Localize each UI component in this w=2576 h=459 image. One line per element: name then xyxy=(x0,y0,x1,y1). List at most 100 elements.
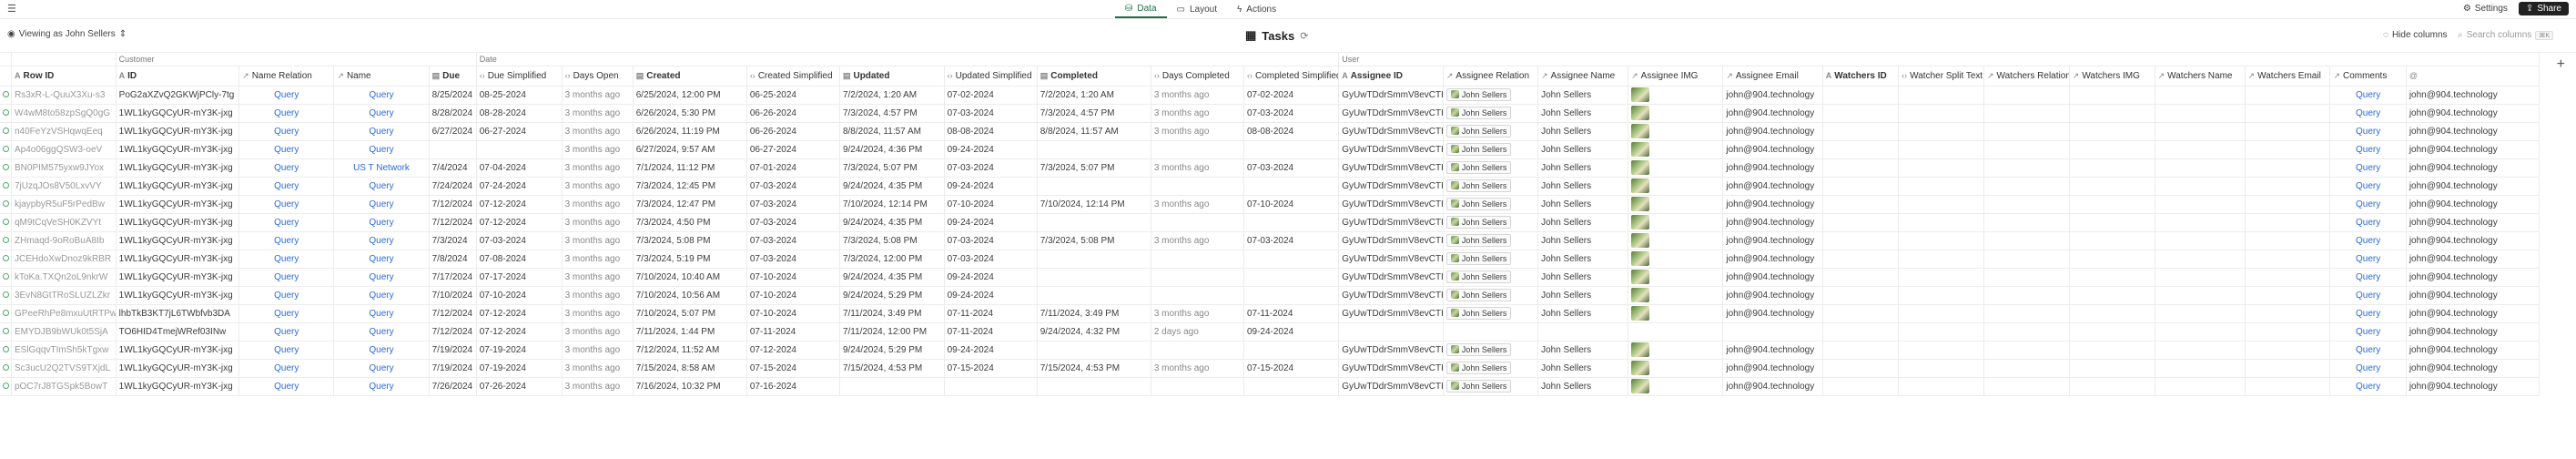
col-id[interactable]: A ID xyxy=(116,66,240,87)
col-email[interactable]: @ xyxy=(2406,66,2541,87)
table-row[interactable]: GPeeRhPe8mxuUtRTPw lhbTkB3KT7jL6TWbfvb3DA… xyxy=(0,304,2541,323)
comments-cell[interactable]: Query xyxy=(2329,177,2407,196)
col-watchers-name[interactable]: ↗ Watchers Name xyxy=(2155,66,2246,87)
name-cell[interactable]: Query xyxy=(333,359,430,378)
col-watchers-email[interactable]: ↗ Watchers Email xyxy=(2245,66,2331,87)
name-relation-cell[interactable]: Query xyxy=(238,304,335,323)
row-select[interactable] xyxy=(0,268,12,287)
comments-cell[interactable]: Query xyxy=(2329,86,2407,105)
sidebar-toggle-icon[interactable]: ☰ xyxy=(7,3,16,15)
assignee-relation-cell[interactable]: John Sellers xyxy=(1443,104,1539,123)
comments-cell[interactable]: Query xyxy=(2329,250,2407,269)
name-relation-cell[interactable]: Query xyxy=(238,122,335,141)
name-relation-cell[interactable]: Query xyxy=(238,177,335,196)
nav-actions[interactable]: ϟ Actions xyxy=(1227,0,1286,18)
col-updated-simplified[interactable]: ‹› Updated Simplified xyxy=(944,66,1038,87)
user-image-thumbnail[interactable] xyxy=(1631,160,1650,175)
col-watchers-id[interactable]: A Watchers ID xyxy=(1822,66,1900,87)
col-assignee-img[interactable]: ↗ Assignee IMG xyxy=(1628,66,1724,87)
row-select[interactable] xyxy=(0,158,12,178)
user-chip[interactable]: John Sellers xyxy=(1445,342,1512,356)
nav-data[interactable]: ⛁ Data xyxy=(1115,0,1167,18)
name-cell[interactable]: Query xyxy=(333,231,430,250)
name-cell[interactable]: Query xyxy=(333,86,430,105)
user-image-thumbnail[interactable] xyxy=(1631,270,1650,284)
row-status-icon[interactable] xyxy=(3,163,9,170)
col-watcher-split-text[interactable]: ‹› Watcher Split Text xyxy=(1898,66,1984,87)
table-row[interactable]: pOC7rJ8TGSpk5BowT 1WL1kyGQCyUR-mY3K-jxg Qu… xyxy=(0,377,2541,396)
row-status-icon[interactable] xyxy=(3,236,9,243)
row-status-icon[interactable] xyxy=(3,291,9,298)
user-chip[interactable]: John Sellers xyxy=(1445,306,1512,320)
add-column-button[interactable]: + xyxy=(2557,56,2565,73)
name-cell[interactable]: Query xyxy=(333,195,430,214)
table-row[interactable]: n40FeYzVSHqwqEeq 1WL1kyGQCyUR-mY3K-jxg Que… xyxy=(0,122,2541,141)
user-chip[interactable]: John Sellers xyxy=(1445,142,1512,156)
name-cell[interactable]: US T Network xyxy=(333,158,430,178)
user-image-thumbnail[interactable] xyxy=(1631,87,1650,102)
col-assignee-email[interactable]: ↗ Assignee Email xyxy=(1722,66,1823,87)
comments-cell[interactable]: Query xyxy=(2329,231,2407,250)
user-image-thumbnail[interactable] xyxy=(1631,306,1650,321)
col-due-simplified[interactable]: ‹› Due Simplified xyxy=(476,66,563,87)
table-row[interactable]: kjaypbyR5uF5rPedBw 1WL1kyGQCyUR-mY3K-jxg Q… xyxy=(0,195,2541,214)
table-row[interactable]: W4wM8to58zpSgQ0gG 1WL1kyGQCyUR-mY3K-jxg Qu… xyxy=(0,104,2541,123)
user-chip[interactable]: John Sellers xyxy=(1445,233,1512,247)
row-status-icon[interactable] xyxy=(3,327,9,334)
row-status-icon[interactable] xyxy=(3,90,9,97)
col-created[interactable]: ▤ Created xyxy=(633,66,747,87)
name-relation-cell[interactable]: Query xyxy=(238,359,335,378)
col-completed-simplified[interactable]: ‹› Completed Simplified xyxy=(1243,66,1340,87)
name-cell[interactable]: Query xyxy=(333,341,430,360)
table-row[interactable]: qM9tCqVeSH0KZVYt 1WL1kyGQCyUR-mY3K-jxg Que… xyxy=(0,213,2541,232)
comments-cell[interactable]: Query xyxy=(2329,268,2407,287)
col-comments[interactable]: ↗ Comments xyxy=(2329,66,2407,87)
assignee-relation-cell[interactable]: John Sellers xyxy=(1443,158,1539,178)
col-updated[interactable]: ▤ Updated xyxy=(839,66,945,87)
user-image-thumbnail[interactable] xyxy=(1631,215,1650,230)
col-assignee-relation[interactable]: ↗ Assignee Relation xyxy=(1443,66,1539,87)
assignee-relation-cell[interactable]: John Sellers xyxy=(1443,341,1539,360)
name-cell[interactable]: Query xyxy=(333,268,430,287)
assignee-relation-cell[interactable]: John Sellers xyxy=(1443,231,1539,250)
row-status-icon[interactable] xyxy=(3,382,9,389)
row-status-icon[interactable] xyxy=(3,145,9,152)
user-chip[interactable]: John Sellers xyxy=(1445,197,1512,210)
user-image-thumbnail[interactable] xyxy=(1631,342,1650,357)
share-button[interactable]: ⇪ Share xyxy=(2518,2,2569,15)
table-row[interactable]: Ap4o06ggQSW3-oeV 1WL1kyGQCyUR-mY3K-jxg Que… xyxy=(0,140,2541,159)
comments-cell[interactable]: Query xyxy=(2329,377,2407,396)
user-image-thumbnail[interactable] xyxy=(1631,288,1650,302)
comments-cell[interactable]: Query xyxy=(2329,104,2407,123)
table-row[interactable]: EMYDJB9bWUk0t5SjA TO6HID4TmejWRef03INw Que… xyxy=(0,322,2541,342)
col-watchers-img[interactable]: ↗ Watchers IMG xyxy=(2069,66,2155,87)
assignee-relation-cell[interactable]: John Sellers xyxy=(1443,268,1539,287)
row-status-icon[interactable] xyxy=(3,218,9,225)
row-select[interactable] xyxy=(0,377,12,396)
user-chip[interactable]: John Sellers xyxy=(1445,178,1512,192)
assignee-relation-cell[interactable]: John Sellers xyxy=(1443,286,1539,305)
col-due[interactable]: ▤ Due xyxy=(429,66,477,87)
name-relation-cell[interactable]: Query xyxy=(238,268,335,287)
col-assignee-id[interactable]: A Assignee ID xyxy=(1338,66,1444,87)
table-row[interactable]: ZHmaqd-9oRoBuA8Ib 1WL1kyGQCyUR-mY3K-jxg Qu… xyxy=(0,231,2541,250)
user-chip[interactable]: John Sellers xyxy=(1445,251,1512,265)
row-select[interactable] xyxy=(0,177,12,196)
user-chip[interactable]: John Sellers xyxy=(1445,288,1512,301)
comments-cell[interactable]: Query xyxy=(2329,341,2407,360)
assignee-relation-cell[interactable]: John Sellers xyxy=(1443,213,1539,232)
col-watchers-relation[interactable]: ↗ Watchers Relation xyxy=(1983,66,2070,87)
comments-cell[interactable]: Query xyxy=(2329,286,2407,305)
user-chip[interactable]: John Sellers xyxy=(1445,106,1512,119)
name-relation-cell[interactable]: Query xyxy=(238,231,335,250)
row-status-icon[interactable] xyxy=(3,272,9,280)
comments-cell[interactable]: Query xyxy=(2329,195,2407,214)
name-relation-cell[interactable]: Query xyxy=(238,250,335,269)
user-chip[interactable]: John Sellers xyxy=(1445,160,1512,174)
row-select[interactable] xyxy=(0,359,12,378)
assignee-relation-cell[interactable] xyxy=(1443,322,1539,342)
name-relation-cell[interactable]: Query xyxy=(238,140,335,159)
name-cell[interactable]: Query xyxy=(333,122,430,141)
row-status-icon[interactable] xyxy=(3,199,9,207)
comments-cell[interactable]: Query xyxy=(2329,140,2407,159)
